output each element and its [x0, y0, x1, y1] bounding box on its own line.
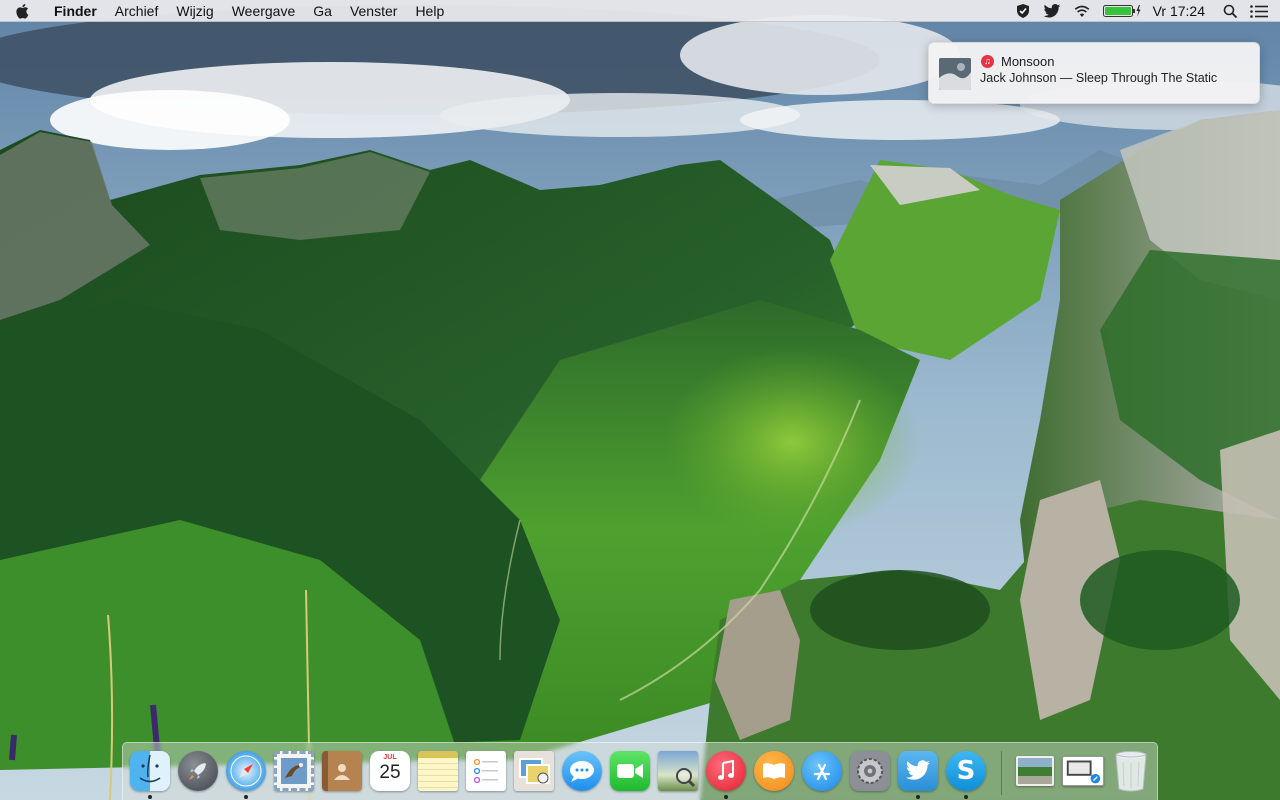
notification-list-icon[interactable] [1244, 0, 1280, 22]
system-preferences-gear-icon[interactable] [848, 749, 892, 793]
menu-ga[interactable]: Ga [304, 0, 341, 22]
messages-bubble-icon[interactable] [560, 749, 604, 793]
image-magnifier-icon[interactable] [656, 749, 700, 793]
ibooks-open-book-icon[interactable] [752, 749, 796, 793]
menu-help[interactable]: Help [406, 0, 453, 22]
running-indicator-dot [244, 795, 248, 799]
safari-compass-icon[interactable] [224, 749, 268, 793]
desktop-wallpaper [0, 0, 1280, 800]
facetime-camera-icon[interactable] [608, 749, 652, 793]
launchpad-rocket-icon[interactable] [176, 749, 220, 793]
skype-s-icon[interactable]: S [944, 749, 988, 793]
wifi-icon[interactable] [1067, 0, 1097, 22]
finder-face-icon[interactable] [128, 749, 172, 793]
calendar-month: JUL [383, 754, 397, 761]
battery-charging-icon[interactable] [1097, 0, 1147, 22]
running-indicator-dot [724, 795, 728, 799]
app-store-a-icon[interactable] [800, 749, 844, 793]
calendar-day: 25 [379, 762, 401, 783]
running-indicator-dot [148, 795, 152, 799]
menu-clock[interactable]: Vr 17:24 [1147, 0, 1217, 22]
notification-center-shield-icon[interactable] [1009, 0, 1037, 22]
apple-menu-icon[interactable] [0, 0, 44, 22]
preview-photos-icon[interactable] [512, 749, 556, 793]
menu-archief[interactable]: Archief [106, 0, 168, 22]
menu-app-finder[interactable]: Finder [44, 0, 106, 22]
running-indicator-dot [964, 795, 968, 799]
mail-stamp-eagle-icon[interactable] [272, 749, 316, 793]
running-indicator-dot [916, 795, 920, 799]
trash-can-icon[interactable] [1109, 749, 1153, 793]
notes-icon[interactable] [416, 749, 460, 793]
itunes-note-icon: ♫ [981, 55, 994, 68]
reminders-list-icon[interactable] [464, 749, 508, 793]
twitter-bird-icon[interactable] [1037, 0, 1067, 22]
menu-wijzig[interactable]: Wijzig [167, 0, 222, 22]
preview-document-icon[interactable] [1061, 749, 1105, 793]
itunes-note-icon[interactable] [704, 749, 748, 793]
dock-separator [1001, 751, 1002, 795]
spotlight-search-icon[interactable] [1217, 0, 1244, 22]
mountain-screenshot-icon[interactable] [1013, 749, 1057, 793]
menu-bar: Finder Archief Wijzig Weergave Ga Venste… [0, 0, 1280, 22]
notification-body: Jack Johnson — Sleep Through The Static [980, 71, 1218, 85]
contacts-book-icon[interactable] [320, 749, 364, 793]
album-art-thumbnail [939, 58, 971, 90]
dock: JUL 25 S [122, 742, 1158, 800]
now-playing-notification[interactable]: ♫ Monsoon Jack Johnson — Sleep Through T… [928, 42, 1260, 104]
notification-title: Monsoon [1001, 54, 1055, 69]
calendar-icon[interactable]: JUL 25 [368, 749, 412, 793]
twitter-bird-icon[interactable] [896, 749, 940, 793]
menu-weergave[interactable]: Weergave [223, 0, 305, 22]
menu-venster[interactable]: Venster [341, 0, 406, 22]
